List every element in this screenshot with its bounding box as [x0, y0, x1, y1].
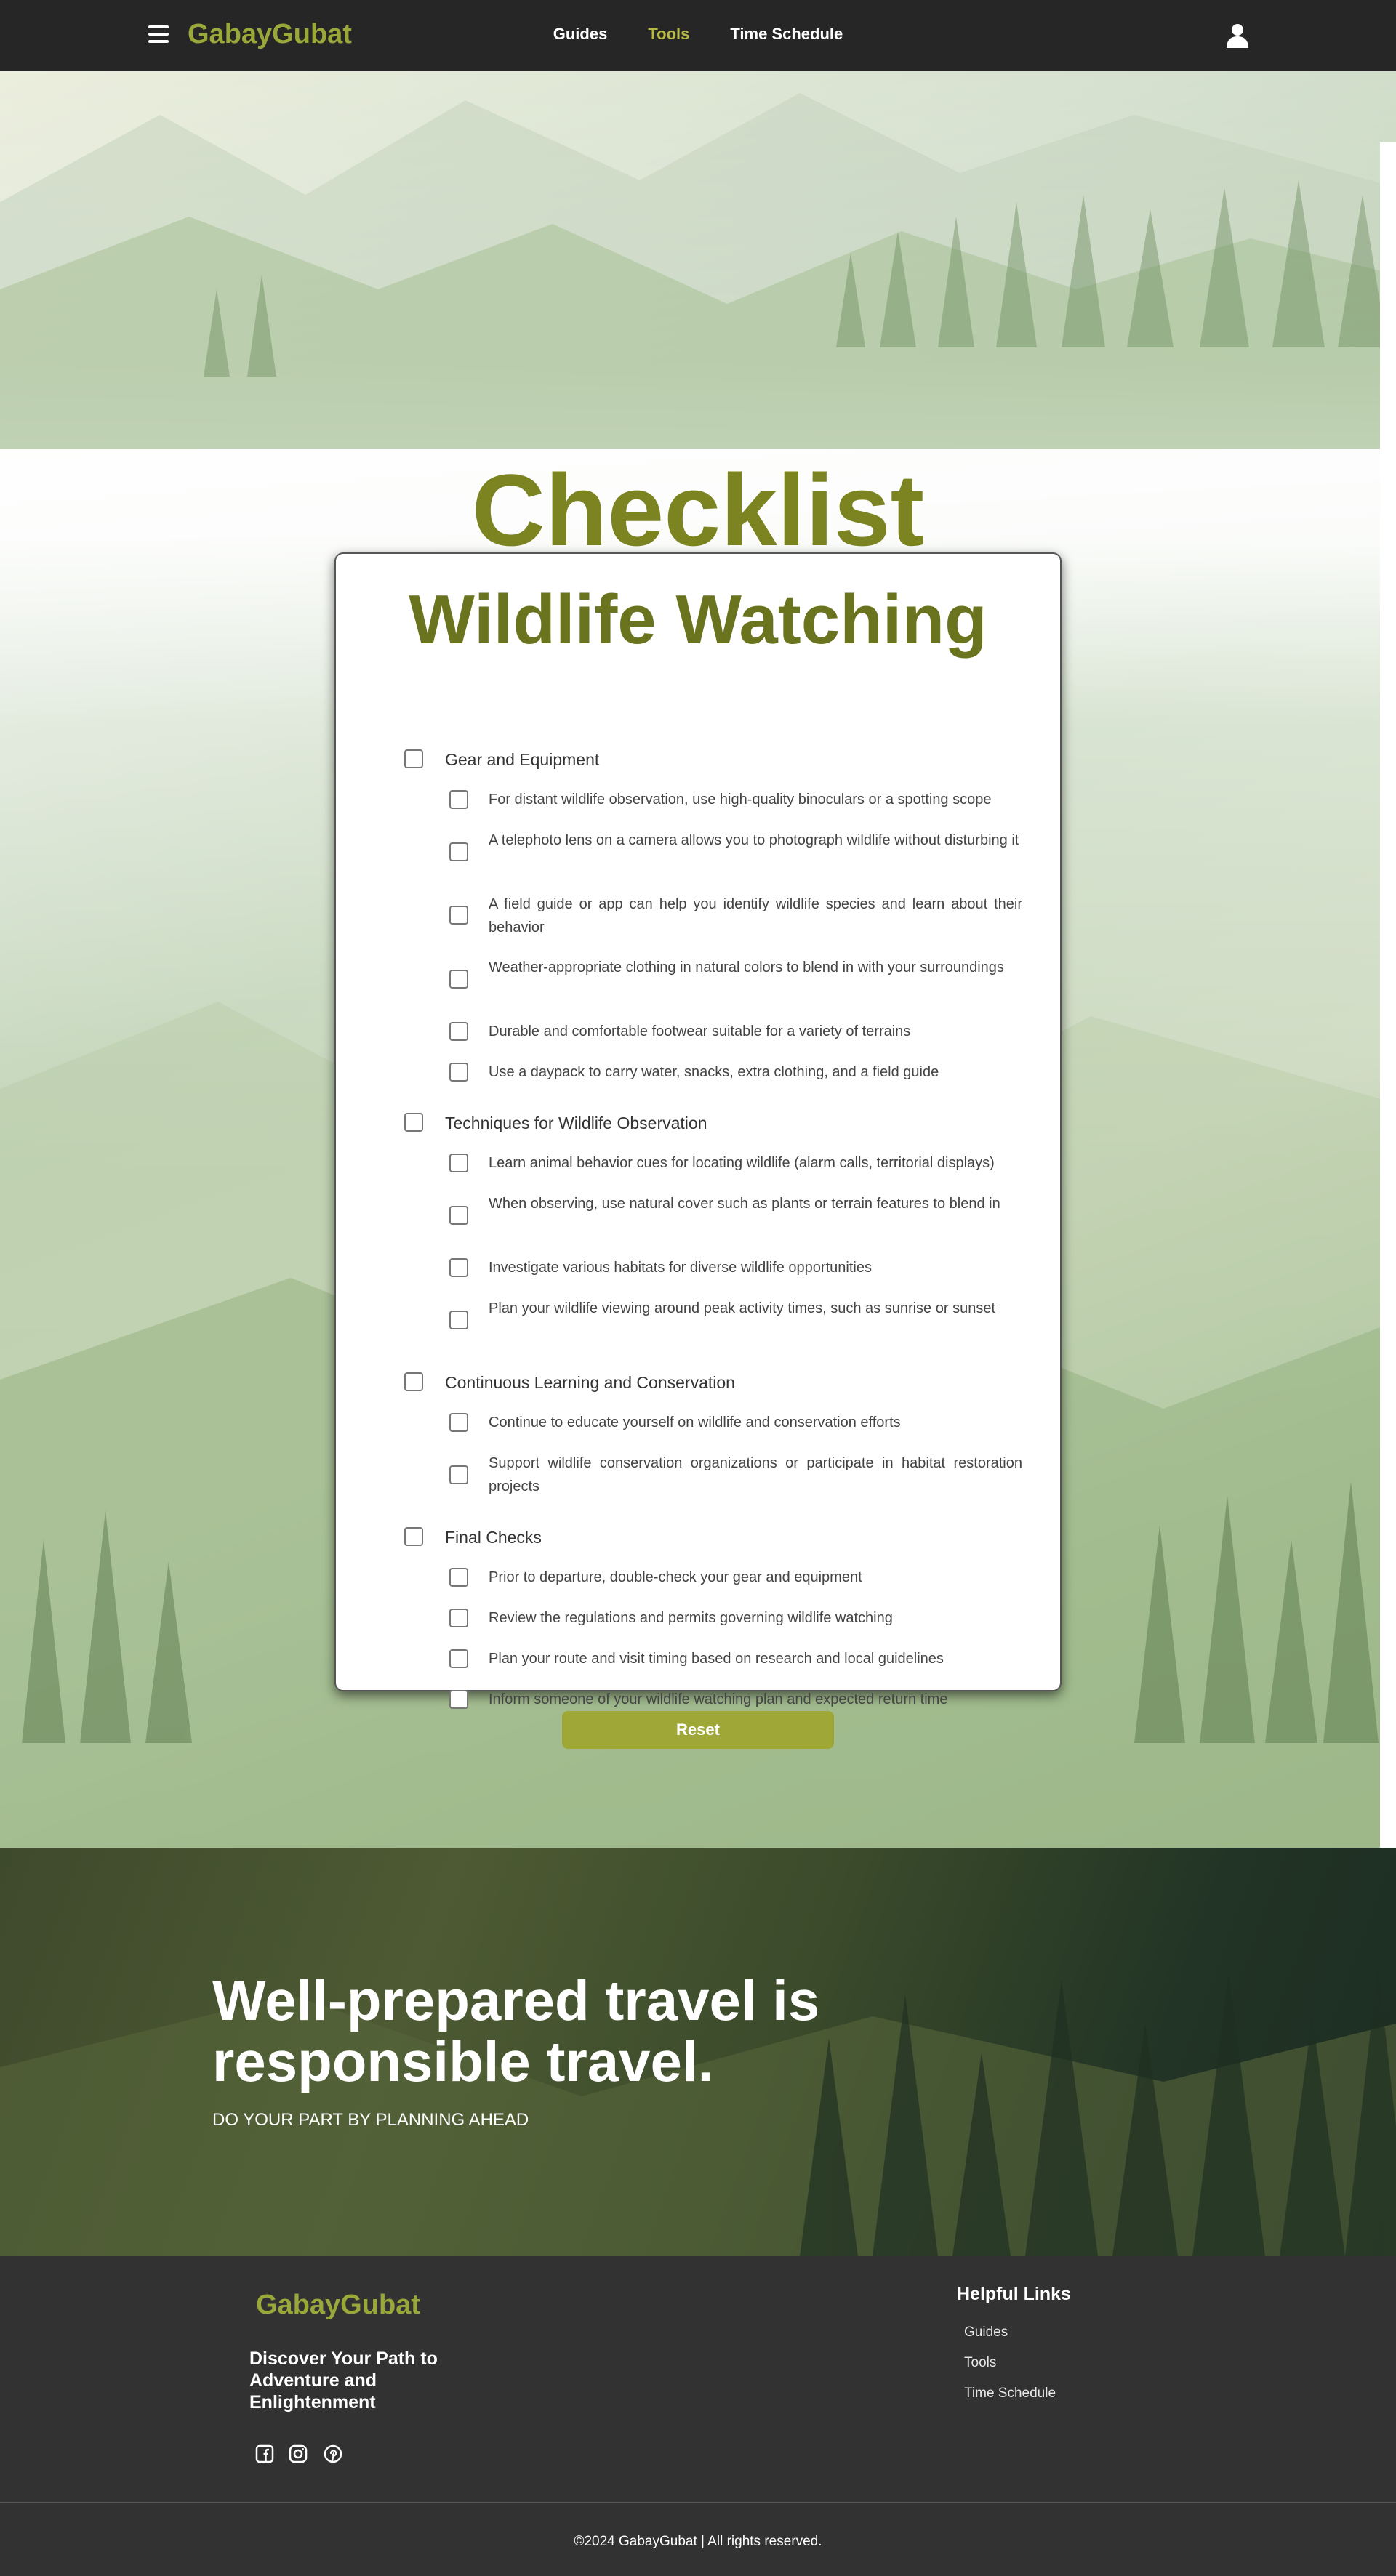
- checklist-item: Weather-appropriate clothing in natural …: [489, 959, 1004, 975]
- item-checkbox[interactable]: [449, 970, 468, 989]
- promo-banner: Well-prepared travel is responsible trav…: [0, 1848, 1396, 2256]
- reset-button[interactable]: Reset: [562, 1711, 834, 1749]
- user-icon[interactable]: [1226, 23, 1249, 48]
- footer-link-time-schedule[interactable]: Time Schedule: [964, 2386, 1056, 2402]
- scrollbar-gutter: [1380, 142, 1396, 1848]
- footer-link-guides[interactable]: Guides: [964, 2325, 1008, 2340]
- checklist-item: Plan your route and visit timing based o…: [489, 1651, 944, 1667]
- banner-headline: Well-prepared travel is responsible trav…: [212, 1968, 820, 2093]
- copyright-text: ©2024 GabayGubat | All rights reserved.: [574, 2534, 822, 2549]
- main-nav: Guides Tools Time Schedule: [0, 25, 1396, 44]
- section-label: Gear and Equipment: [445, 750, 600, 769]
- checklist-item: Durable and comfortable footwear suitabl…: [489, 1023, 911, 1039]
- item-checkbox[interactable]: [449, 842, 468, 861]
- checklist-item: Review the regulations and permits gover…: [489, 1610, 893, 1626]
- footer-divider: [0, 2502, 1396, 2503]
- item-checkbox[interactable]: [449, 1609, 468, 1627]
- instagram-icon[interactable]: [288, 2444, 308, 2464]
- section-label: Continuous Learning and Conservation: [445, 1373, 735, 1392]
- checklist-page-body: Checklist Wildlife Watching Gear and Equ…: [0, 71, 1396, 1848]
- item-checkbox[interactable]: [449, 790, 468, 809]
- item-checkbox[interactable]: [449, 1206, 468, 1225]
- checklist-item: Use a daypack to carry water, snacks, ex…: [489, 1064, 939, 1080]
- checklist-item: Continue to educate yourself on wildlife…: [489, 1414, 901, 1430]
- nav-link-time-schedule[interactable]: Time Schedule: [730, 25, 843, 44]
- footer-tagline: Discover Your Path to Adventure and Enli…: [249, 2348, 438, 2412]
- section-checkbox[interactable]: [404, 1113, 423, 1132]
- checklist-item: Support wildlife conservation organizati…: [489, 1455, 1022, 1494]
- top-navigation-bar: GabayGubat Guides Tools Time Schedule: [0, 0, 1396, 71]
- nav-link-guides[interactable]: Guides: [553, 25, 608, 44]
- site-footer: GabayGubat Discover Your Path to Adventu…: [0, 2256, 1396, 2576]
- item-checkbox[interactable]: [449, 1154, 468, 1172]
- banner-subheadline: DO YOUR PART BY PLANNING AHEAD: [212, 2110, 529, 2130]
- page-title: Checklist: [471, 453, 925, 567]
- checklist-card: Wildlife Watching Gear and Equipment For…: [334, 552, 1062, 1709]
- item-checkbox[interactable]: [449, 1465, 468, 1484]
- footer-brand-logo[interactable]: GabayGubat: [256, 2290, 420, 2321]
- facebook-icon[interactable]: [254, 2444, 275, 2464]
- section-checkbox[interactable]: [404, 1372, 423, 1391]
- item-checkbox[interactable]: [449, 1311, 468, 1329]
- section-checkbox[interactable]: [404, 749, 423, 768]
- checklist-item: Investigate various habitats for diverse…: [489, 1260, 872, 1276]
- item-checkbox[interactable]: [449, 1063, 468, 1082]
- checklist-item: Learn animal behavior cues for locating …: [489, 1155, 995, 1171]
- item-checkbox[interactable]: [449, 906, 468, 925]
- checklist-title: Wildlife Watching: [409, 581, 987, 659]
- item-checkbox[interactable]: [449, 1568, 468, 1587]
- checklist-item: A telephoto lens on a camera allows you …: [489, 832, 1019, 848]
- item-checkbox[interactable]: [449, 1649, 468, 1668]
- checklist-item: When observing, use natural cover such a…: [489, 1196, 1000, 1212]
- pinterest-icon[interactable]: [323, 2444, 343, 2464]
- item-checkbox[interactable]: [449, 1690, 468, 1709]
- item-checkbox[interactable]: [449, 1413, 468, 1432]
- checklist-item: For distant wildlife observation, use hi…: [489, 792, 992, 808]
- checklist-item: A field guide or app can help you identi…: [489, 896, 1022, 935]
- helpful-links-heading: Helpful Links: [957, 2284, 1071, 2304]
- footer-link-tools[interactable]: Tools: [964, 2355, 996, 2371]
- checklist-item: Prior to departure, double-check your ge…: [489, 1569, 862, 1585]
- checklist-item: Plan your wildlife viewing around peak a…: [489, 1300, 995, 1316]
- item-checkbox[interactable]: [449, 1258, 468, 1277]
- section-checkbox[interactable]: [404, 1527, 423, 1546]
- section-label: Techniques for Wildlife Observation: [445, 1114, 707, 1132]
- mountain-background-image: [0, 71, 1396, 449]
- section-label: Final Checks: [445, 1528, 542, 1547]
- checklist-item: Inform someone of your wildlife watching…: [489, 1691, 948, 1707]
- item-checkbox[interactable]: [449, 1022, 468, 1041]
- nav-link-tools[interactable]: Tools: [648, 25, 689, 44]
